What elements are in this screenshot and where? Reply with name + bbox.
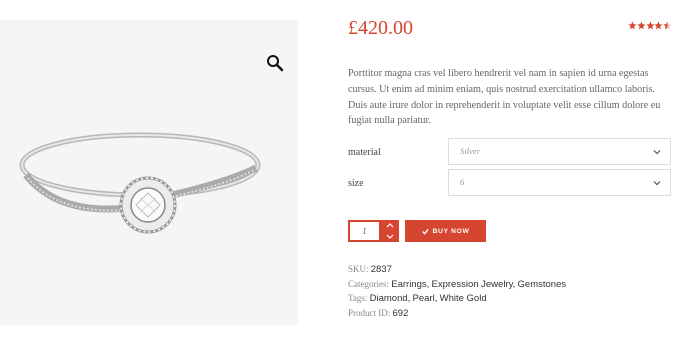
product-image[interactable] (0, 20, 298, 325)
quantity-buttons (381, 220, 399, 242)
size-label: size (348, 178, 364, 189)
star-icon (628, 21, 637, 30)
tag-link[interactable]: Diamond (370, 293, 408, 304)
size-select[interactable]: 6 (448, 169, 671, 196)
sku-row: SKU: 2837 (348, 264, 392, 275)
star-rating (628, 21, 672, 31)
check-icon (421, 228, 429, 235)
tag-link[interactable]: White Gold (440, 293, 487, 304)
tags-row: Tags: Diamond, Pearl, White Gold (348, 293, 487, 304)
categories-label: Categories: (348, 279, 389, 289)
size-value: 6 (460, 177, 465, 187)
category-link[interactable]: Expression Jewelry (432, 279, 513, 290)
zoom-icon[interactable] (266, 54, 284, 72)
product-price: £420.00 (348, 17, 413, 39)
chevron-down-icon (386, 234, 394, 239)
sku-value: 2837 (370, 264, 392, 275)
quantity-increase-button[interactable] (381, 220, 399, 231)
category-link[interactable]: Gemstones (518, 279, 567, 290)
material-label: material (348, 147, 381, 158)
ring-image (19, 132, 261, 234)
category-link[interactable]: Earrings (391, 279, 426, 290)
quantity-decrease-button[interactable] (381, 231, 399, 242)
star-half-icon (663, 21, 672, 30)
buy-now-label: BUY NOW (432, 227, 470, 235)
quantity-input[interactable] (348, 220, 381, 242)
star-icon (637, 21, 646, 30)
product-description: Porttitor magna cras vel libero hendreri… (348, 68, 661, 127)
categories-row: Categories: Earrings, Expression Jewelry… (348, 279, 567, 290)
material-select[interactable]: Silver (448, 138, 671, 165)
chevron-up-icon (386, 223, 394, 228)
chevron-down-icon (653, 150, 661, 155)
buy-now-button[interactable]: BUY NOW (405, 220, 486, 242)
tag-link[interactable]: Pearl (413, 293, 435, 304)
tags-label: Tags: (348, 293, 368, 303)
product-id-row: Product ID: 692 (348, 308, 408, 319)
quantity-stepper (348, 220, 399, 242)
star-icon (654, 21, 663, 30)
product-id-value: 692 (392, 308, 409, 319)
product-id-label: Product ID: (348, 308, 391, 318)
sku-label: SKU: (348, 264, 369, 274)
star-icon (645, 21, 655, 30)
material-value: Silver (460, 146, 480, 156)
chevron-down-icon (653, 181, 661, 186)
